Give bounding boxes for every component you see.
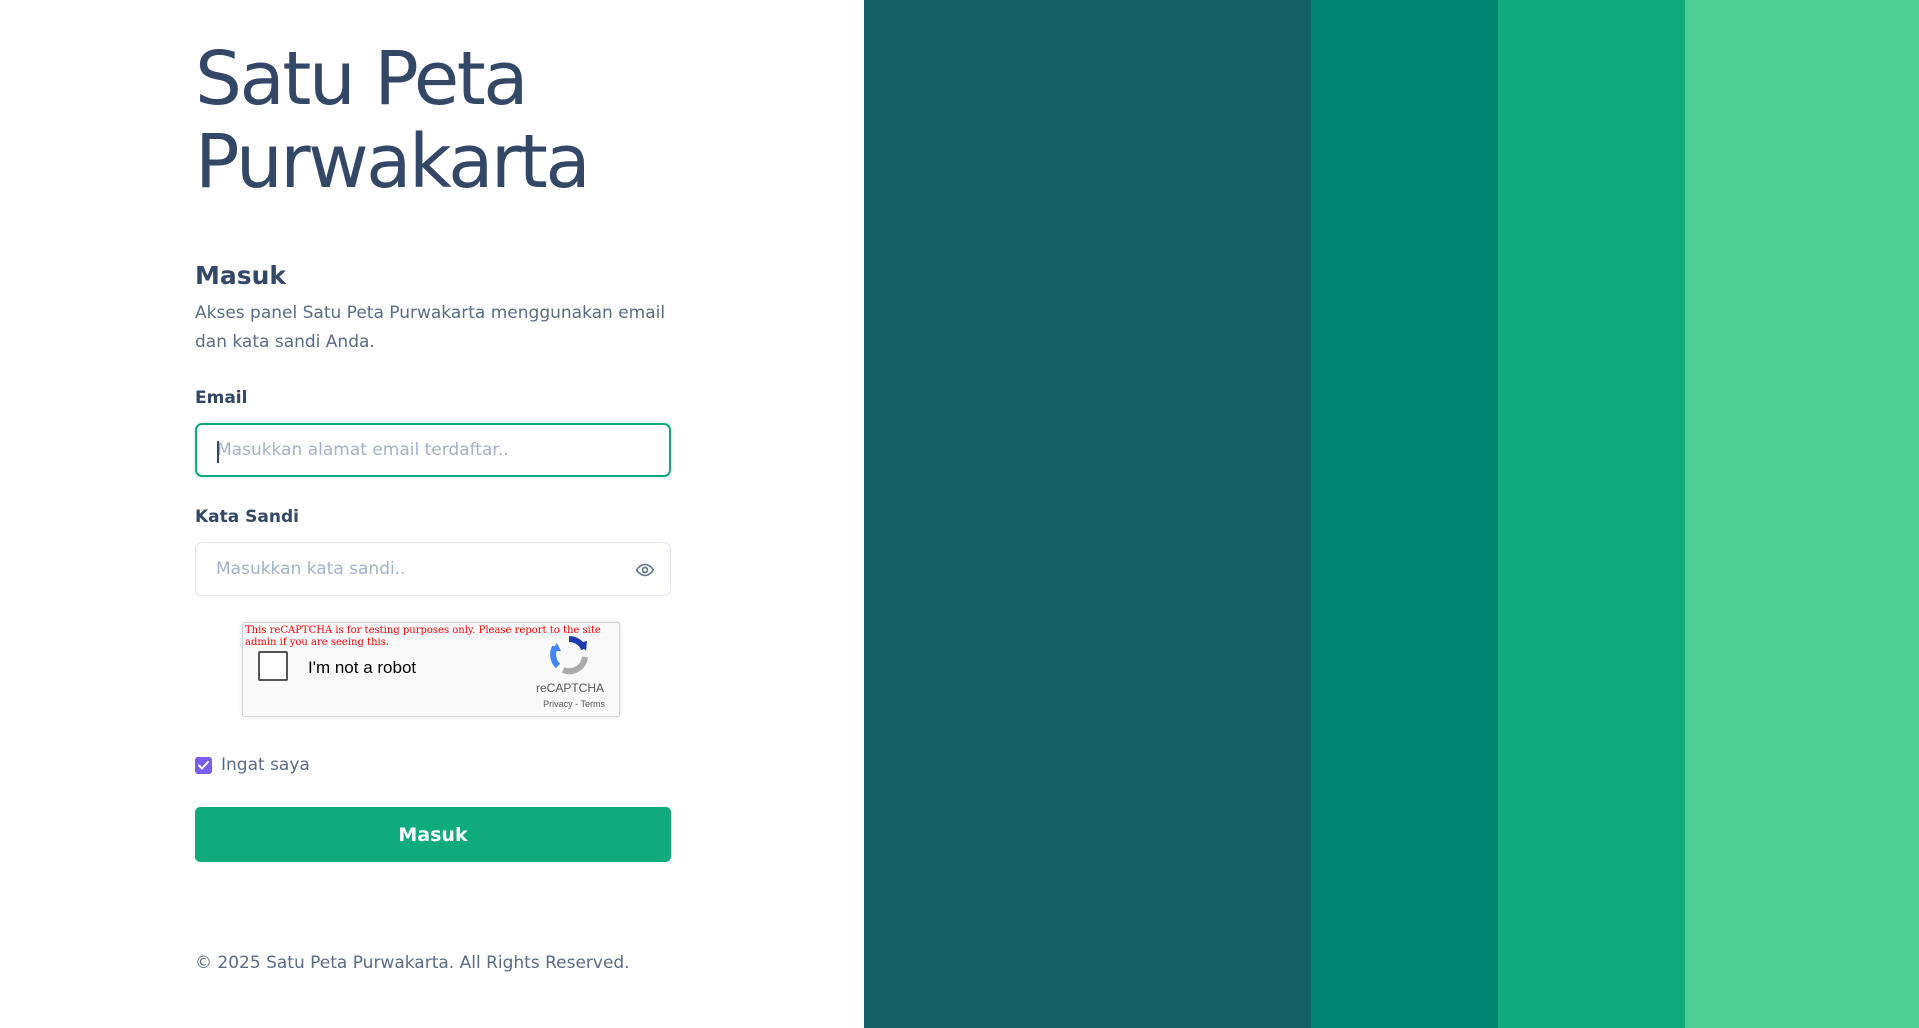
stripe-2 (1311, 0, 1498, 1028)
recaptcha-label: I'm not a robot (308, 658, 417, 677)
password-label: Kata Sandi (195, 507, 299, 527)
recaptcha-terms-link[interactable]: Terms (581, 699, 606, 709)
recaptcha-widget: This reCAPTCHA is for testing purposes o… (242, 622, 620, 717)
recaptcha-checkbox[interactable] (258, 651, 288, 681)
email-field-wrapper (195, 423, 671, 477)
stripe-4 (1685, 0, 1919, 1028)
email-label: Email (195, 388, 248, 408)
login-panel: Satu Peta Purwakarta Masuk Akses panel S… (0, 0, 864, 1028)
recaptcha-brand: reCAPTCHA (535, 681, 604, 695)
remember-me: Ingat saya (195, 753, 671, 777)
decorative-stripes (864, 0, 1919, 1028)
remember-me-label[interactable]: Ingat saya (221, 755, 310, 775)
recaptcha-logo-icon (549, 635, 589, 675)
eye-icon[interactable] (634, 560, 656, 580)
recaptcha-privacy-link[interactable]: Privacy (543, 699, 573, 709)
check-icon (198, 760, 209, 769)
brand-title: Satu Peta Purwakarta (195, 38, 671, 204)
password-field-wrapper (195, 542, 671, 596)
password-field[interactable] (196, 543, 670, 595)
footer-copyright: © 2025 Satu Peta Purwakarta. All Rights … (195, 953, 630, 973)
brand-title-line2: Purwakarta (195, 119, 591, 205)
login-content: Satu Peta Purwakarta Masuk Akses panel S… (195, 38, 671, 862)
login-submit-button[interactable]: Masuk (195, 807, 671, 862)
recaptcha-links: Privacy - Terms (543, 699, 605, 709)
login-page: Satu Peta Purwakarta Masuk Akses panel S… (0, 0, 1919, 1028)
login-subtitle: Akses panel Satu Peta Purwakarta menggun… (195, 303, 666, 352)
stripe-1 (864, 0, 1311, 1028)
remember-me-checkbox[interactable] (195, 756, 212, 774)
email-field[interactable] (197, 425, 669, 475)
login-heading: Masuk (195, 261, 287, 290)
stripe-3 (1498, 0, 1685, 1028)
brand-title-line1: Satu Peta (195, 36, 529, 122)
recaptcha-links-separator: - (572, 699, 581, 709)
text-cursor (217, 441, 219, 463)
